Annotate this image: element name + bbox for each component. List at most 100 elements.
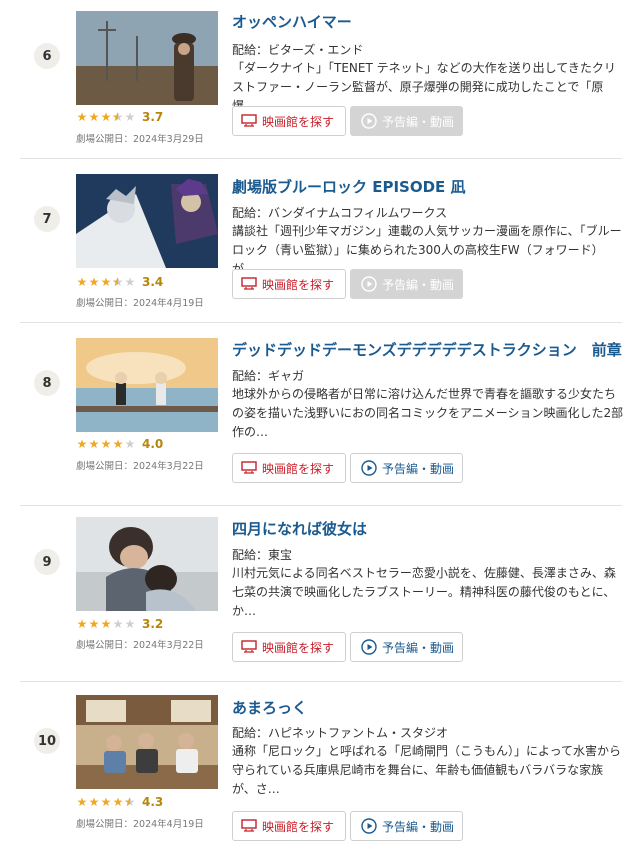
play-circle-icon xyxy=(361,460,377,476)
star-rating: ★ ★ ★ ★ ★ 3.7 xyxy=(76,109,164,125)
star-icon: ★ xyxy=(88,110,100,124)
movie-description: 地球外からの侵略者が日常に溶け込んだ世界で青春を謳歌する少女たちの姿を描いた浅野… xyxy=(232,387,624,439)
find-theater-label: 映画館を探す xyxy=(262,461,335,476)
movie-title-link[interactable]: 四月になれば彼女は xyxy=(232,518,367,539)
movie-title-link[interactable]: デッドデッドデーモンズデデデデデストラクション 前章 xyxy=(232,339,622,360)
movie-description: 通称「尼ロック」と呼ばれる「尼崎閘門（こうもん）」によって水害から守られている兵… xyxy=(232,744,622,796)
movie-description: 川村元気による同名ベストセラー恋愛小説を、佐藤健、長澤まさみ、森七菜の共演で映画… xyxy=(232,566,616,618)
movie-poster-thumbnail[interactable] xyxy=(76,338,218,432)
play-circle-icon xyxy=(361,818,377,834)
rating-score: 3.2 xyxy=(142,617,164,631)
star-icon: ★ xyxy=(124,110,136,124)
find-theater-button[interactable]: 映画館を探す xyxy=(232,106,346,136)
find-theater-button[interactable]: 映画館を探す xyxy=(232,811,346,841)
star-icon: ★ xyxy=(88,437,100,451)
movie-poster-thumbnail[interactable] xyxy=(76,174,218,268)
trailer-button: 予告編・動画 xyxy=(350,269,463,299)
rank-badge: 10 xyxy=(34,728,60,754)
star-icon: ★ xyxy=(88,617,100,631)
distributor: 配給：バンダイナムコフィルムワークス xyxy=(232,206,448,220)
trailer-label: 予告編・動画 xyxy=(382,114,455,129)
star-icon: ★ xyxy=(100,110,112,124)
movie-poster-thumbnail[interactable] xyxy=(76,11,218,105)
rating-score: 3.7 xyxy=(142,110,164,124)
star-rating: ★ ★ ★ ★ ★ 4.3 xyxy=(76,794,164,810)
star-icon: ★ xyxy=(76,110,88,124)
star-icon: ★ xyxy=(112,617,124,631)
screen-icon xyxy=(241,640,257,654)
divider xyxy=(20,681,622,682)
distributor: 配給：ハピネットファントム・スタジオ xyxy=(232,726,449,740)
release-date: 劇場公開日：2024年4月19日 xyxy=(76,298,204,309)
rank-badge: 8 xyxy=(34,370,60,396)
star-icon: ★ xyxy=(76,275,88,289)
star-icon: ★ xyxy=(76,437,88,451)
movie-title-link[interactable]: あまろっく xyxy=(232,697,307,718)
find-theater-label: 映画館を探す xyxy=(262,819,335,834)
star-icon: ★ xyxy=(124,617,136,631)
star-icon: ★ xyxy=(76,795,88,809)
trailer-button[interactable]: 予告編・動画 xyxy=(350,811,463,841)
rating-score: 4.3 xyxy=(142,795,164,809)
poster-image xyxy=(76,174,218,268)
find-theater-label: 映画館を探す xyxy=(262,114,335,129)
screen-icon xyxy=(241,819,257,833)
star-rating: ★ ★ ★ ★ ★ 4.0 xyxy=(76,436,164,452)
trailer-label: 予告編・動画 xyxy=(382,461,455,476)
half-star-icon: ★ xyxy=(112,274,124,290)
movie-title-link[interactable]: 劇場版ブルーロック EPISODE 凪 xyxy=(232,176,466,197)
star-icon: ★ xyxy=(112,437,124,451)
release-date: 劇場公開日：2024年3月22日 xyxy=(76,640,204,651)
distributor: 配給：ビターズ・エンド xyxy=(232,43,364,57)
play-circle-icon xyxy=(361,276,377,292)
star-icon: ★ xyxy=(100,275,112,289)
find-theater-button[interactable]: 映画館を探す xyxy=(232,632,346,662)
distributor: 配給：ギャガ xyxy=(232,369,305,383)
play-circle-icon xyxy=(361,639,377,655)
find-theater-label: 映画館を探す xyxy=(262,640,335,655)
trailer-label: 予告編・動画 xyxy=(382,819,455,834)
poster-image xyxy=(76,517,218,611)
screen-icon xyxy=(241,277,257,291)
star-icon: ★ xyxy=(124,437,136,451)
star-icon: ★ xyxy=(100,437,112,451)
star-icon: ★ xyxy=(76,617,88,631)
half-star-icon: ★ xyxy=(124,794,136,810)
movie-title-link[interactable]: オッペンハイマー xyxy=(232,11,352,32)
trailer-button[interactable]: 予告編・動画 xyxy=(350,632,463,662)
trailer-label: 予告編・動画 xyxy=(382,640,455,655)
divider xyxy=(20,505,622,506)
find-theater-button[interactable]: 映画館を探す xyxy=(232,453,346,483)
star-rating: ★ ★ ★ ★ ★ 3.4 xyxy=(76,274,164,290)
star-icon: ★ xyxy=(100,617,112,631)
trailer-button: 予告編・動画 xyxy=(350,106,463,136)
rating-score: 4.0 xyxy=(142,437,164,451)
star-icon: ★ xyxy=(112,795,124,809)
rank-badge: 7 xyxy=(34,206,60,232)
poster-image xyxy=(76,695,218,789)
rank-badge: 9 xyxy=(34,549,60,575)
find-theater-button[interactable]: 映画館を探す xyxy=(232,269,346,299)
star-icon: ★ xyxy=(124,275,136,289)
trailer-label: 予告編・動画 xyxy=(382,277,455,292)
movie-poster-thumbnail[interactable] xyxy=(76,695,218,789)
release-date: 劇場公開日：2024年4月19日 xyxy=(76,819,204,830)
release-date: 劇場公開日：2024年3月29日 xyxy=(76,134,204,145)
rank-badge: 6 xyxy=(34,43,60,69)
star-icon: ★ xyxy=(88,275,100,289)
screen-icon xyxy=(241,114,257,128)
divider xyxy=(20,322,622,323)
star-icon: ★ xyxy=(88,795,100,809)
play-circle-icon xyxy=(361,113,377,129)
divider xyxy=(20,158,622,159)
poster-image xyxy=(76,11,218,105)
movie-poster-thumbnail[interactable] xyxy=(76,517,218,611)
trailer-button[interactable]: 予告編・動画 xyxy=(350,453,463,483)
star-rating: ★ ★ ★ ★ ★ 3.2 xyxy=(76,616,164,632)
rating-score: 3.4 xyxy=(142,275,164,289)
find-theater-label: 映画館を探す xyxy=(262,277,335,292)
release-date: 劇場公開日：2024年3月22日 xyxy=(76,461,204,472)
half-star-icon: ★ xyxy=(112,109,124,125)
screen-icon xyxy=(241,461,257,475)
star-icon: ★ xyxy=(100,795,112,809)
